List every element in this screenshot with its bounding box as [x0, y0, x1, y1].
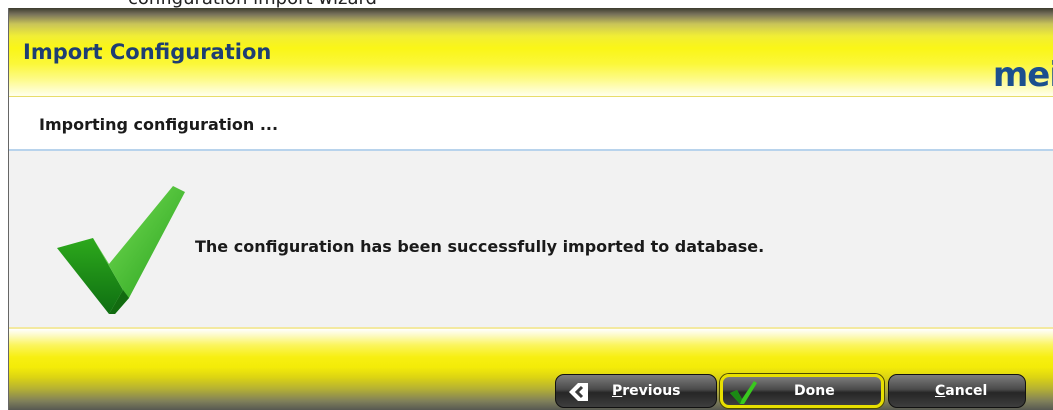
- import-dialog: Import Configuration mei Importing confi…: [8, 8, 1053, 410]
- dialog-footer: Previous Done Cancel: [9, 327, 1053, 410]
- caption-text: configuration import wizard: [128, 0, 377, 8]
- mei-logo: mei: [992, 55, 1053, 95]
- cancel-mnemonic: C: [935, 383, 946, 399]
- cancel-button[interactable]: Cancel: [888, 374, 1026, 408]
- step-header: Importing configuration ...: [9, 97, 1053, 151]
- step-title: Importing configuration ...: [39, 115, 279, 134]
- cancel-label: Cancel: [935, 383, 987, 399]
- previous-button[interactable]: Previous: [555, 374, 717, 408]
- done-label: Done: [794, 383, 835, 399]
- previous-mnemonic: P: [612, 383, 623, 399]
- previous-label: Previous: [612, 383, 681, 399]
- dialog-title: Import Configuration: [23, 40, 272, 64]
- back-arrow-icon: [569, 383, 588, 401]
- dialog-header: Import Configuration mei: [9, 8, 1053, 97]
- previous-label-rest: revious: [622, 383, 681, 399]
- success-message: The configuration has been successfully …: [195, 237, 765, 256]
- checkmark-icon: [57, 186, 185, 314]
- dialog-content: The configuration has been successfully …: [9, 151, 1053, 327]
- checkmark-icon: [730, 381, 757, 404]
- top-caption-fragment: configuration import wizard: [0, 0, 1053, 8]
- cancel-label-rest: ancel: [945, 383, 988, 399]
- done-button[interactable]: Done: [720, 374, 884, 408]
